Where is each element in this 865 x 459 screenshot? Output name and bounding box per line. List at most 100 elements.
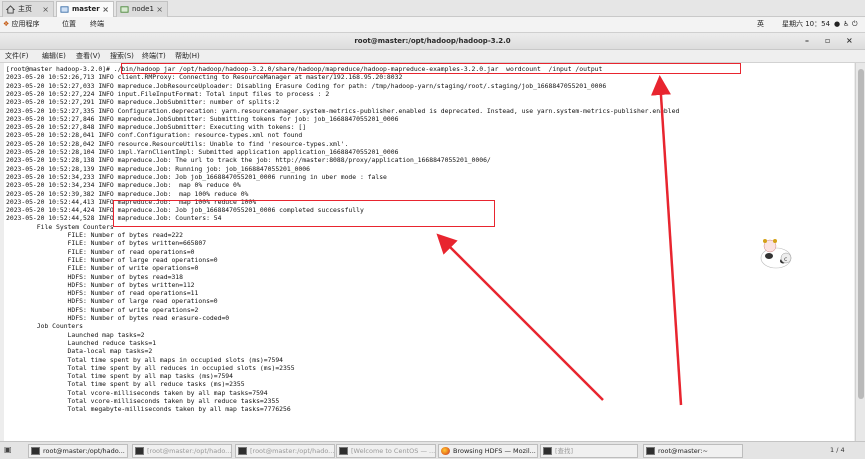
taskbar-item[interactable]: root@master:~ xyxy=(643,444,743,458)
taskbar-item-label: root@master:~ xyxy=(658,447,708,455)
taskbar-item-label: [root@master:/opt/hado... xyxy=(147,447,232,455)
close-icon[interactable]: × xyxy=(102,2,109,17)
terminal-line: Job Counters xyxy=(6,322,83,331)
terminal-line: Data-local map tasks=2 xyxy=(6,347,153,356)
terminal-line: Total time spent by all reduces in occup… xyxy=(6,363,295,372)
tab-node1[interactable]: node1 × xyxy=(116,1,168,17)
command-highlight-box xyxy=(121,63,741,74)
close-icon[interactable]: × xyxy=(42,2,49,17)
applications-menu[interactable]: ❖ 应用程序 xyxy=(3,17,40,32)
terminal-output[interactable]: [root@master hadoop-3.2.0]# ./bin/hadoop… xyxy=(4,63,854,441)
clock[interactable]: 星期六 10：54 xyxy=(782,17,830,32)
taskbar-item[interactable]: Browsing HDFS — Mozil... xyxy=(438,444,538,458)
gnome-top-panel: ❖ 应用程序 位置 终端 英 星期六 10：54 ● ♿ ⏻ xyxy=(0,17,865,33)
menu-view[interactable]: 查看(V) xyxy=(76,50,100,62)
window-title: root@master:/opt/hadoop/hadoop-3.2.0 xyxy=(354,37,511,45)
taskbar-item-label: [root@master:/opt/hado... xyxy=(250,447,335,455)
terminal-line: HDFS: Number of bytes read=318 xyxy=(6,272,183,281)
terminal-line: File System Counters xyxy=(6,222,114,231)
menu-edit[interactable]: 编辑(E) xyxy=(42,50,66,62)
close-button[interactable]: × xyxy=(846,33,853,49)
terminal-line: FILE: Number of bytes written=665807 xyxy=(6,239,207,248)
terminal-line: FILE: Number of large read operations=0 xyxy=(6,255,218,264)
terminal-line: 2023-05-20 10:52:34,233 INFO mapreduce.J… xyxy=(6,172,387,181)
terminal-line: Total time spent by all map tasks (ms)=7… xyxy=(6,372,234,381)
terminal-line: FILE: Number of bytes read=222 xyxy=(6,231,183,239)
terminal-line: HDFS: Number of write operations=2 xyxy=(6,305,199,314)
terminal-scrollbar[interactable] xyxy=(855,63,865,441)
terminal-line: FILE: Number of read operations=0 xyxy=(6,247,195,256)
scrollbar-thumb[interactable] xyxy=(858,69,864,399)
terminal-icon xyxy=(31,447,40,455)
terminal-line: 2023-05-20 10:52:28,138 INFO mapreduce.J… xyxy=(6,156,491,165)
taskbar-item[interactable]: [root@master:/opt/hado... xyxy=(235,444,335,458)
menu-help[interactable]: 帮助(H) xyxy=(175,50,200,62)
terminal-line: Total megabyte-milliseconds taken by all… xyxy=(6,405,291,414)
svg-text:c: c xyxy=(784,256,787,263)
workspace-pager[interactable]: 1 / 4 xyxy=(830,446,845,454)
tab-master[interactable]: master × xyxy=(56,1,114,17)
power-icon[interactable]: ⏻ xyxy=(852,17,858,32)
minimize-button[interactable]: – xyxy=(805,33,809,49)
terminal-line: Total vcore-milliseconds taken by all ma… xyxy=(6,388,268,397)
terminal-line: 2023-05-20 10:52:28,042 INFO resource.Re… xyxy=(6,139,349,148)
terminal-line: 2023-05-20 10:52:26,713 INFO client.RMPr… xyxy=(6,73,403,82)
terminal-line: HDFS: Number of large read operations=0 xyxy=(6,297,218,306)
taskbar-item[interactable]: [root@master:/opt/hado... xyxy=(132,444,232,458)
clock-marker: ● xyxy=(834,20,841,28)
bottom-taskbar: ▣ 1 / 4 root@master:/opt/hado... [root@ma… xyxy=(0,441,865,459)
taskbar-item-label: Browsing HDFS — Mozil... xyxy=(453,447,536,455)
terminal-line: 2023-05-20 10:52:27,033 INFO mapreduce.J… xyxy=(6,81,607,90)
firefox-icon xyxy=(441,447,450,455)
window-titlebar: root@master:/opt/hadoop/hadoop-3.2.0 – ▫… xyxy=(0,33,865,50)
terminal-icon xyxy=(646,447,655,455)
terminal-line: HDFS: Number of bytes written=112 xyxy=(6,280,195,289)
taskbar-item[interactable]: [查找] xyxy=(540,444,638,458)
terminal-line: 2023-05-20 10:52:27,291 INFO mapreduce.J… xyxy=(6,98,280,107)
taskbar-item[interactable]: root@master:/opt/hado... xyxy=(28,444,128,458)
menu-file[interactable]: 文件(F) xyxy=(5,50,29,62)
vm-icon xyxy=(120,6,129,13)
terminal-line: 2023-05-20 10:52:34,234 INFO mapreduce.J… xyxy=(6,181,241,190)
places-menu[interactable]: 位置 xyxy=(62,17,76,32)
applications-icon: ❖ xyxy=(3,20,10,28)
cow-sticker-icon: c xyxy=(760,239,792,269)
terminal-line: FILE: Number of write operations=0 xyxy=(6,264,199,273)
terminal-line: 2023-05-20 10:52:27,846 INFO mapreduce.J… xyxy=(6,114,399,123)
terminal-line: 2023-05-20 10:52:28,139 INFO mapreduce.J… xyxy=(6,164,310,173)
home-icon xyxy=(6,5,15,14)
terminal-menu[interactable]: 终端 xyxy=(90,17,104,32)
tab-home[interactable]: 主页 × xyxy=(2,1,54,17)
terminal-line: Total time spent by all reduce tasks (ms… xyxy=(6,380,245,389)
vm-tab-bar: 主页 × master × node1 × xyxy=(0,0,865,17)
input-method-indicator[interactable]: 英 xyxy=(757,17,764,32)
vm-icon xyxy=(60,6,69,13)
terminal-line: 2023-05-20 10:52:27,335 INFO Configurati… xyxy=(6,106,680,115)
terminal-icon xyxy=(543,447,552,455)
tab-master-label: master xyxy=(72,5,100,13)
terminal-line: Launched map tasks=2 xyxy=(6,330,145,339)
tab-node1-label: node1 xyxy=(132,5,154,13)
show-desktop-icon[interactable]: ▣ xyxy=(4,445,12,454)
terminal-icon xyxy=(238,447,247,455)
taskbar-item[interactable]: [Welcome to CentOS — ... xyxy=(336,444,436,458)
job-success-highlight-box xyxy=(113,200,495,227)
terminal-line: 2023-05-20 10:52:39,382 INFO mapreduce.J… xyxy=(6,189,249,198)
taskbar-item-label: [查找] xyxy=(555,447,574,455)
menu-search[interactable]: 搜索(S) xyxy=(110,50,134,62)
taskbar-item-label: [Welcome to CentOS — ... xyxy=(351,447,436,455)
terminal-line: Total time spent by all maps in occupied… xyxy=(6,355,284,364)
terminal-icon xyxy=(135,447,144,455)
accessibility-icon[interactable]: ♿ xyxy=(843,17,849,32)
terminal-menubar: 文件(F) 编辑(E) 查看(V) 搜索(S) 终端(T) 帮助(H) xyxy=(0,50,865,63)
tab-home-label: 主页 xyxy=(18,5,32,13)
maximize-button[interactable]: ▫ xyxy=(825,33,830,49)
menu-terminal[interactable]: 终端(T) xyxy=(142,50,166,62)
terminal-line: 2023-05-20 10:52:27,848 INFO mapreduce.J… xyxy=(6,123,307,132)
terminal-line: HDFS: Number of read operations=11 xyxy=(6,289,199,298)
terminal-line: Total vcore-milliseconds taken by all re… xyxy=(6,397,280,405)
terminal-line: 2023-05-20 10:52:28,104 INFO impl.YarnCl… xyxy=(6,148,399,156)
terminal-line: Launched reduce tasks=1 xyxy=(6,338,157,347)
taskbar-item-label: root@master:/opt/hado... xyxy=(43,447,125,455)
close-icon[interactable]: × xyxy=(156,2,163,17)
